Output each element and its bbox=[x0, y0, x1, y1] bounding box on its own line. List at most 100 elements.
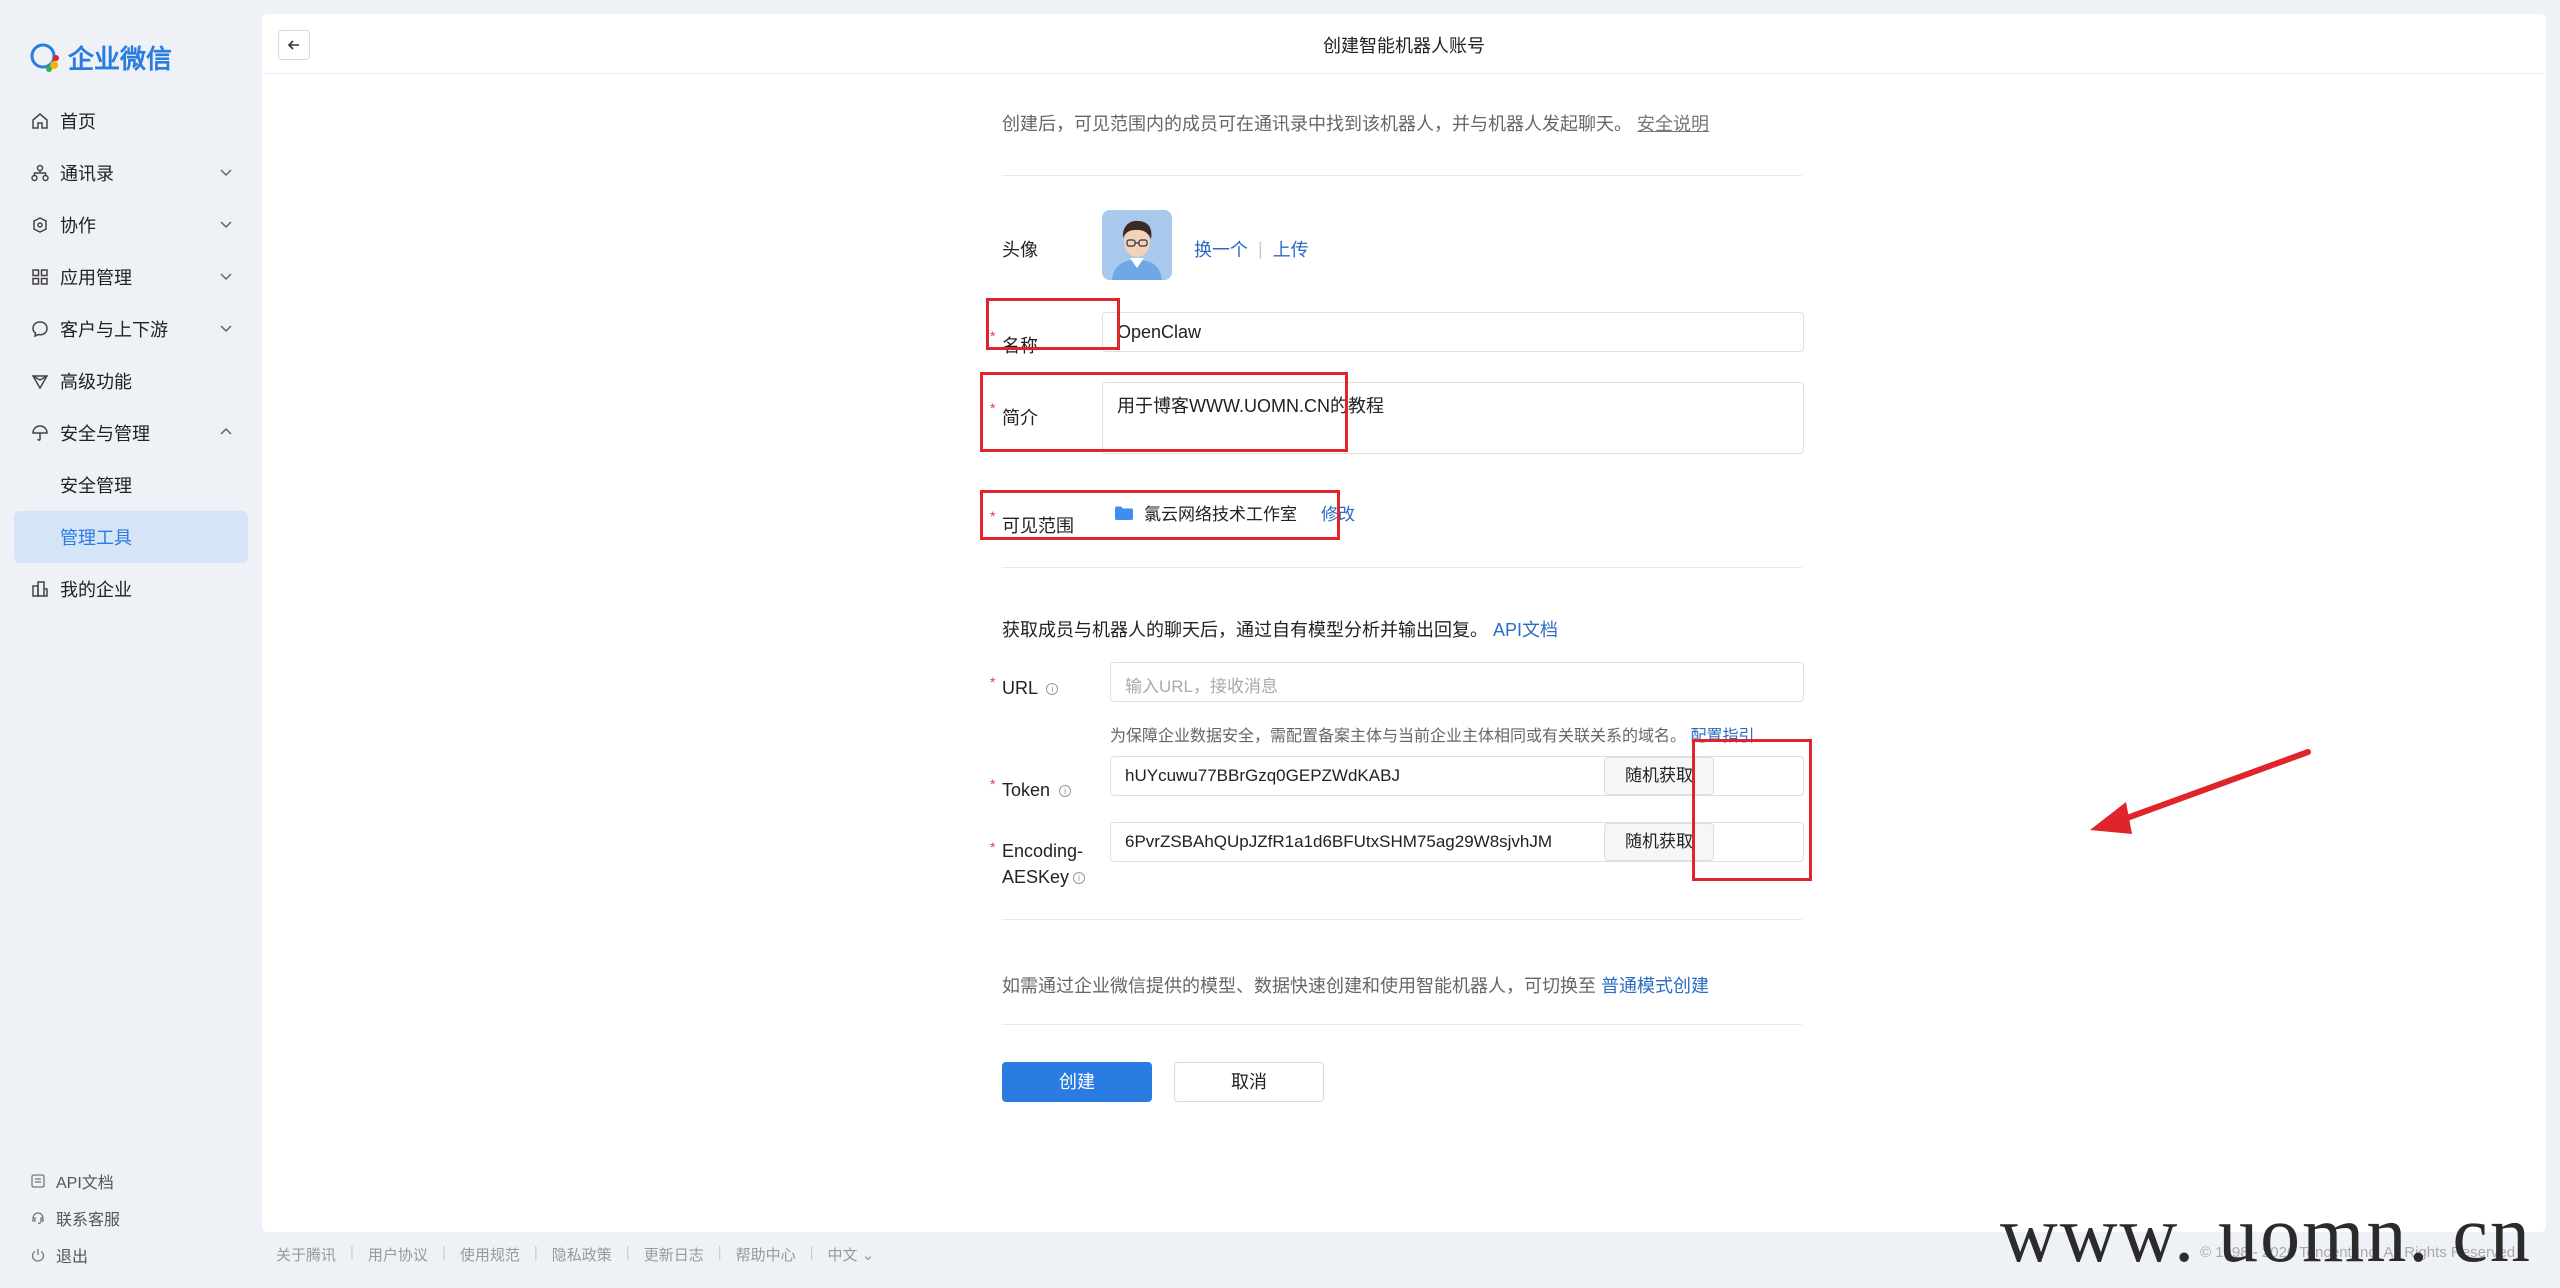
company-icon bbox=[30, 579, 50, 599]
footer-separator: | bbox=[441, 1244, 446, 1261]
annotation-arrow-icon bbox=[2090, 749, 2311, 834]
footer-separator: | bbox=[717, 1244, 722, 1261]
mode-switch-text: 如需通过企业微信提供的模型、数据快速创建和使用智能机器人，可切换至 bbox=[1002, 976, 1596, 996]
annotation-box-scope bbox=[980, 490, 1340, 540]
sidebar-item-admin-tools[interactable]: 管理工具 bbox=[14, 511, 248, 563]
wecom-logo-icon bbox=[30, 43, 59, 72]
umbrella-icon bbox=[30, 423, 50, 443]
diamond-icon bbox=[30, 371, 50, 391]
footer-links: 关于腾讯 | 用户协议 | 使用规范 | 隐私政策 | 更新日志 | 帮助中心 | 中文 ⌄ bbox=[276, 1244, 874, 1265]
contact-support-link[interactable]: 联系客服 bbox=[30, 1199, 230, 1236]
sidebar-bottom-links: API文档 联系客服 退出 bbox=[30, 1162, 230, 1273]
aes-key-label-line1: Encoding- bbox=[1002, 841, 1084, 861]
divider bbox=[1002, 1024, 1802, 1025]
bot-avatar[interactable] bbox=[1102, 210, 1172, 280]
sidebar-item-apps[interactable]: 应用管理 bbox=[14, 251, 248, 303]
cancel-button[interactable]: 取消 bbox=[1174, 1062, 1324, 1102]
mode-switch-note: 如需通过企业微信提供的模型、数据快速创建和使用智能机器人，可切换至 普通模式创建 bbox=[1002, 972, 1709, 998]
sidebar-item-customers[interactable]: 客户与上下游 bbox=[14, 303, 248, 355]
info-icon[interactable]: i bbox=[1046, 683, 1059, 696]
annotation-box-name bbox=[986, 298, 1120, 350]
sidebar-item-security-mgmt[interactable]: 安全与管理 bbox=[14, 407, 248, 459]
sidebar-item-label: 通讯录 bbox=[60, 164, 114, 184]
link-separator: | bbox=[1258, 238, 1263, 259]
info-icon[interactable]: i bbox=[1059, 785, 1072, 798]
chevron-down-icon: ⌄ bbox=[861, 1247, 875, 1264]
collab-icon bbox=[30, 215, 50, 235]
footer-link[interactable]: 关于腾讯 bbox=[276, 1244, 336, 1265]
home-icon bbox=[30, 111, 50, 131]
contact-support-label: 联系客服 bbox=[56, 1211, 121, 1229]
create-button[interactable]: 创建 bbox=[1002, 1062, 1152, 1102]
footer-link[interactable]: 隐私政策 bbox=[552, 1244, 612, 1265]
url-placeholder: 输入URL，接收消息 bbox=[1125, 677, 1279, 696]
watermark: www. uomn. cn bbox=[2000, 1191, 2532, 1279]
token-label: Token i bbox=[990, 776, 1072, 801]
app-logo[interactable]: 企业微信 bbox=[28, 38, 172, 76]
page-title: 创建智能机器人账号 bbox=[1323, 36, 1485, 56]
chevron-down-icon bbox=[220, 221, 232, 229]
divider bbox=[1002, 919, 1802, 920]
aes-key-label: Encoding- AESKeyi bbox=[990, 834, 1086, 890]
url-label: URL i bbox=[990, 674, 1059, 699]
sidebar-item-advanced[interactable]: 高级功能 bbox=[14, 355, 248, 407]
info-icon[interactable]: i bbox=[1073, 872, 1086, 885]
sidebar-item-label: 安全与管理 bbox=[60, 424, 150, 444]
avatar-label: 头像 bbox=[1002, 240, 1038, 260]
language-select[interactable]: 中文 ⌄ bbox=[828, 1244, 875, 1265]
annotation-box-intro bbox=[980, 372, 1348, 452]
aes-key-label-line2: AESKey bbox=[1002, 867, 1070, 887]
sidebar-item-collab[interactable]: 协作 bbox=[14, 199, 248, 251]
token-label-text: Token bbox=[1002, 780, 1051, 800]
chevron-up-icon bbox=[220, 427, 232, 435]
sidebar-item-home[interactable]: 首页 bbox=[14, 95, 248, 147]
chevron-down-icon bbox=[220, 325, 232, 333]
divider bbox=[1002, 567, 1802, 568]
logout-link[interactable]: 退出 bbox=[30, 1236, 230, 1273]
sidebar-nav: 首页 通讯录 协作 应用管理 客户与上下游 高级功能 安全与管理 安全管理 管理… bbox=[14, 95, 248, 615]
footer-link[interactable]: 帮助中心 bbox=[736, 1244, 796, 1265]
name-input[interactable]: OpenClaw bbox=[1102, 312, 1804, 352]
upload-avatar-link[interactable]: 上传 bbox=[1273, 236, 1309, 262]
annotation-box-random-buttons bbox=[1692, 739, 1812, 881]
sidebar-item-my-company[interactable]: 我的企业 bbox=[14, 563, 248, 615]
avatar-actions: 换一个 | 上传 bbox=[1194, 236, 1309, 262]
power-icon bbox=[31, 1248, 45, 1262]
chevron-down-icon bbox=[220, 273, 232, 281]
org-icon bbox=[30, 163, 50, 183]
footer-separator: | bbox=[625, 1244, 630, 1261]
security-note-link[interactable]: 安全说明 bbox=[1637, 114, 1709, 134]
sidebar-item-label: 我的企业 bbox=[60, 580, 132, 600]
sidebar-item-label: 应用管理 bbox=[60, 268, 132, 288]
sidebar-item-label: 客户与上下游 bbox=[60, 320, 168, 340]
sidebar: 企业微信 首页 通讯录 协作 应用管理 客户与上下游 高级功能 安全与管理 安全… bbox=[0, 0, 262, 1288]
sidebar-item-security[interactable]: 安全管理 bbox=[14, 459, 248, 511]
sidebar-item-label: 管理工具 bbox=[60, 528, 132, 548]
footer-link[interactable]: 使用规范 bbox=[460, 1244, 520, 1265]
service-icon bbox=[32, 1211, 44, 1224]
footer-separator: | bbox=[809, 1244, 814, 1261]
sidebar-item-label: 协作 bbox=[60, 216, 96, 236]
footer-separator: | bbox=[350, 1244, 354, 1261]
api-docs-label: API文档 bbox=[56, 1174, 114, 1192]
url-input[interactable]: 输入URL，接收消息 bbox=[1110, 662, 1804, 702]
footer-separator: | bbox=[533, 1244, 538, 1261]
footer-link[interactable]: 更新日志 bbox=[644, 1244, 704, 1265]
sidebar-item-contacts[interactable]: 通讯录 bbox=[14, 147, 248, 199]
normal-mode-link[interactable]: 普通模式创建 bbox=[1601, 976, 1709, 996]
api-doc-link[interactable]: API文档 bbox=[1493, 620, 1558, 640]
chat-icon bbox=[30, 319, 50, 339]
avatar-person-icon bbox=[1102, 210, 1172, 280]
chevron-down-icon bbox=[220, 169, 232, 177]
sidebar-item-label: 高级功能 bbox=[60, 372, 132, 392]
apps-icon bbox=[30, 267, 50, 287]
api-docs-link[interactable]: API文档 bbox=[30, 1162, 230, 1199]
api-description: 获取成员与机器人的聊天后，通过自有模型分析并输出回复。 API文档 bbox=[1002, 616, 1558, 642]
main-panel: 创建智能机器人账号 创建后，可见范围内的成员可在通讯录中找到该机器人，并与机器人… bbox=[262, 14, 2546, 1232]
app-name: 企业微信 bbox=[68, 43, 173, 74]
footer-link[interactable]: 用户协议 bbox=[368, 1244, 428, 1265]
divider bbox=[1002, 175, 1802, 176]
url-label-text: URL bbox=[1002, 678, 1038, 698]
change-avatar-link[interactable]: 换一个 bbox=[1194, 236, 1248, 262]
top-bar: 创建智能机器人账号 bbox=[262, 14, 2546, 74]
